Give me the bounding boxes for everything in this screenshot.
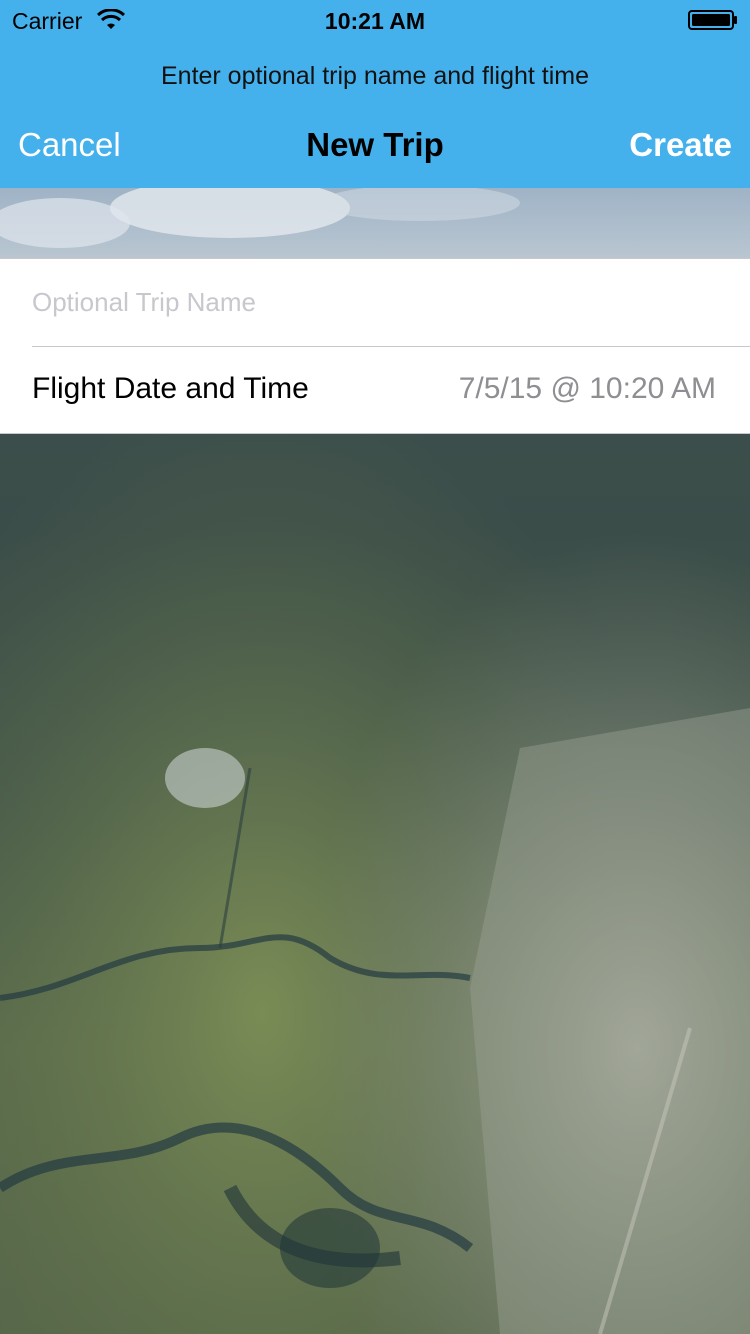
create-button[interactable]: Create xyxy=(629,126,732,164)
cancel-button[interactable]: Cancel xyxy=(18,126,121,164)
status-bar: Carrier 10:21 AM xyxy=(0,0,750,40)
flight-datetime-label: Flight Date and Time xyxy=(32,372,309,405)
trip-name-row xyxy=(0,259,750,346)
flight-datetime-value[interactable]: 7/5/15 @ 10:20 AM xyxy=(459,372,716,406)
trip-form: Flight Date and Time 7/5/15 @ 10:20 AM xyxy=(0,258,750,434)
battery-full-icon xyxy=(688,10,737,30)
status-time: 10:21 AM xyxy=(324,8,426,34)
trip-name-input[interactable] xyxy=(32,279,722,325)
flight-datetime-row[interactable]: Flight Date and Time 7/5/15 @ 10:20 AM xyxy=(0,347,750,434)
header-prompt: Enter optional trip name and flight time xyxy=(160,62,589,90)
navigation-header: Carrier 10:21 AM Enter optional trip nam… xyxy=(0,0,750,188)
screen: Carrier 10:21 AM Enter optional trip nam… xyxy=(0,0,750,1334)
